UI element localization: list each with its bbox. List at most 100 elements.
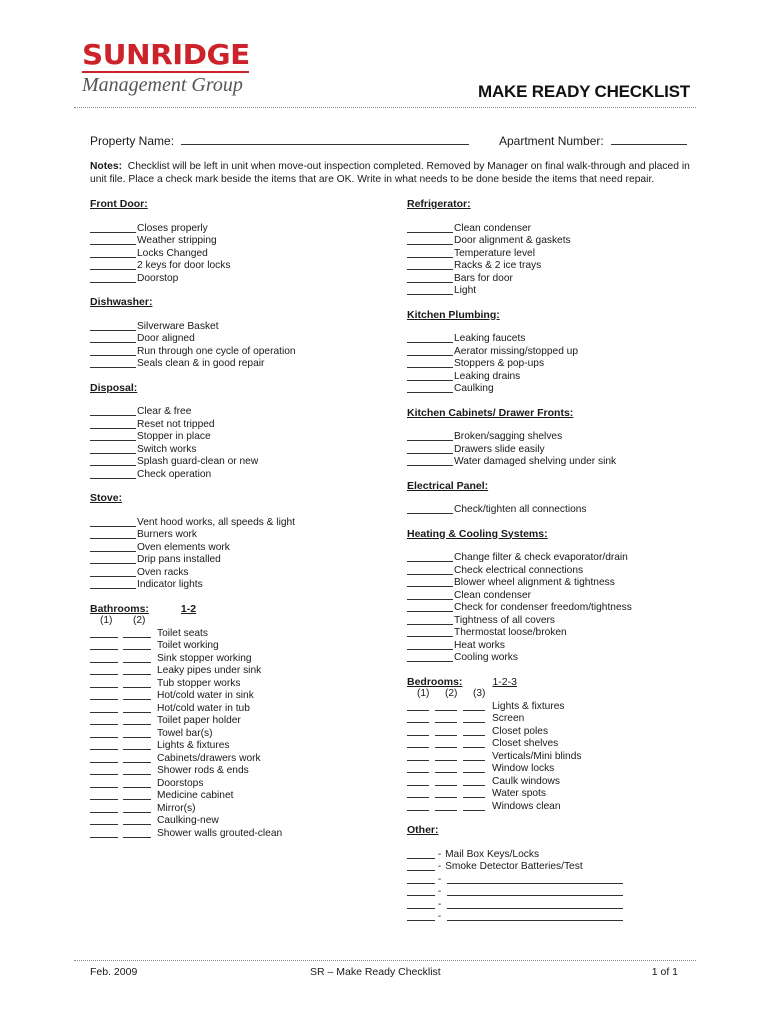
check-blank[interactable]: [407, 751, 429, 761]
check-blank[interactable]: [435, 788, 457, 798]
check-blank[interactable]: [90, 542, 136, 552]
check-blank[interactable]: [123, 815, 151, 825]
check-blank[interactable]: [407, 552, 453, 562]
check-blank[interactable]: [407, 577, 453, 587]
check-blank[interactable]: [407, 248, 453, 258]
check-blank[interactable]: [123, 690, 151, 700]
check-blank[interactable]: [123, 628, 151, 638]
check-blank[interactable]: [90, 456, 136, 466]
write-in-blank[interactable]: [447, 886, 624, 896]
check-blank[interactable]: [90, 728, 118, 738]
check-blank[interactable]: [90, 678, 118, 688]
check-blank[interactable]: [123, 640, 151, 650]
check-blank[interactable]: [407, 801, 429, 811]
check-blank[interactable]: [123, 715, 151, 725]
check-blank[interactable]: [407, 886, 435, 896]
check-blank[interactable]: [407, 652, 453, 662]
check-blank[interactable]: [463, 713, 485, 723]
check-blank[interactable]: [407, 899, 435, 909]
check-blank[interactable]: [463, 788, 485, 798]
check-blank[interactable]: [435, 713, 457, 723]
check-blank[interactable]: [407, 590, 453, 600]
check-blank[interactable]: [407, 431, 453, 441]
check-blank[interactable]: [407, 849, 435, 859]
check-blank[interactable]: [90, 753, 118, 763]
check-blank[interactable]: [463, 701, 485, 711]
check-blank[interactable]: [435, 776, 457, 786]
check-blank[interactable]: [90, 406, 136, 416]
check-blank[interactable]: [407, 788, 429, 798]
check-blank[interactable]: [407, 456, 453, 466]
check-blank[interactable]: [90, 444, 136, 454]
check-blank[interactable]: [90, 469, 136, 479]
check-blank[interactable]: [407, 763, 429, 773]
check-blank[interactable]: [90, 431, 136, 441]
check-blank[interactable]: [463, 738, 485, 748]
check-blank[interactable]: [90, 628, 118, 638]
check-blank[interactable]: [407, 776, 429, 786]
check-blank[interactable]: [90, 815, 118, 825]
check-blank[interactable]: [407, 738, 429, 748]
check-blank[interactable]: [90, 529, 136, 539]
check-blank[interactable]: [90, 358, 136, 368]
check-blank[interactable]: [463, 726, 485, 736]
check-blank[interactable]: [90, 665, 118, 675]
check-blank[interactable]: [407, 273, 453, 283]
check-blank[interactable]: [463, 751, 485, 761]
check-blank[interactable]: [90, 223, 136, 233]
check-blank[interactable]: [123, 778, 151, 788]
check-blank[interactable]: [407, 615, 453, 625]
check-blank[interactable]: [407, 713, 429, 723]
check-blank[interactable]: [407, 565, 453, 575]
check-blank[interactable]: [90, 653, 118, 663]
check-blank[interactable]: [407, 627, 453, 637]
check-blank[interactable]: [90, 790, 118, 800]
check-blank[interactable]: [435, 726, 457, 736]
check-blank[interactable]: [407, 358, 453, 368]
check-blank[interactable]: [90, 260, 136, 270]
check-blank[interactable]: [407, 504, 453, 514]
check-blank[interactable]: [90, 765, 118, 775]
check-blank[interactable]: [90, 517, 136, 527]
check-blank[interactable]: [407, 223, 453, 233]
check-blank[interactable]: [435, 763, 457, 773]
check-blank[interactable]: [123, 803, 151, 813]
apartment-number-input[interactable]: [611, 134, 688, 145]
check-blank[interactable]: [90, 803, 118, 813]
check-blank[interactable]: [407, 874, 435, 884]
check-blank[interactable]: [435, 738, 457, 748]
check-blank[interactable]: [123, 765, 151, 775]
check-blank[interactable]: [90, 579, 136, 589]
check-blank[interactable]: [407, 726, 429, 736]
check-blank[interactable]: [90, 333, 136, 343]
check-blank[interactable]: [123, 728, 151, 738]
check-blank[interactable]: [123, 653, 151, 663]
check-blank[interactable]: [407, 701, 429, 711]
check-blank[interactable]: [407, 285, 453, 295]
check-blank[interactable]: [90, 554, 136, 564]
check-blank[interactable]: [90, 715, 118, 725]
check-blank[interactable]: [123, 753, 151, 763]
check-blank[interactable]: [407, 444, 453, 454]
check-blank[interactable]: [90, 273, 136, 283]
check-blank[interactable]: [407, 383, 453, 393]
check-blank[interactable]: [435, 801, 457, 811]
check-blank[interactable]: [123, 665, 151, 675]
check-blank[interactable]: [407, 861, 435, 871]
check-blank[interactable]: [407, 346, 453, 356]
check-blank[interactable]: [123, 678, 151, 688]
check-blank[interactable]: [90, 235, 136, 245]
check-blank[interactable]: [90, 567, 136, 577]
check-blank[interactable]: [123, 790, 151, 800]
check-blank[interactable]: [90, 778, 118, 788]
check-blank[interactable]: [90, 640, 118, 650]
write-in-blank[interactable]: [447, 874, 624, 884]
check-blank[interactable]: [407, 260, 453, 270]
check-blank[interactable]: [407, 235, 453, 245]
check-blank[interactable]: [90, 321, 136, 331]
check-blank[interactable]: [123, 740, 151, 750]
check-blank[interactable]: [407, 640, 453, 650]
check-blank[interactable]: [90, 740, 118, 750]
check-blank[interactable]: [123, 828, 151, 838]
check-blank[interactable]: [90, 703, 118, 713]
